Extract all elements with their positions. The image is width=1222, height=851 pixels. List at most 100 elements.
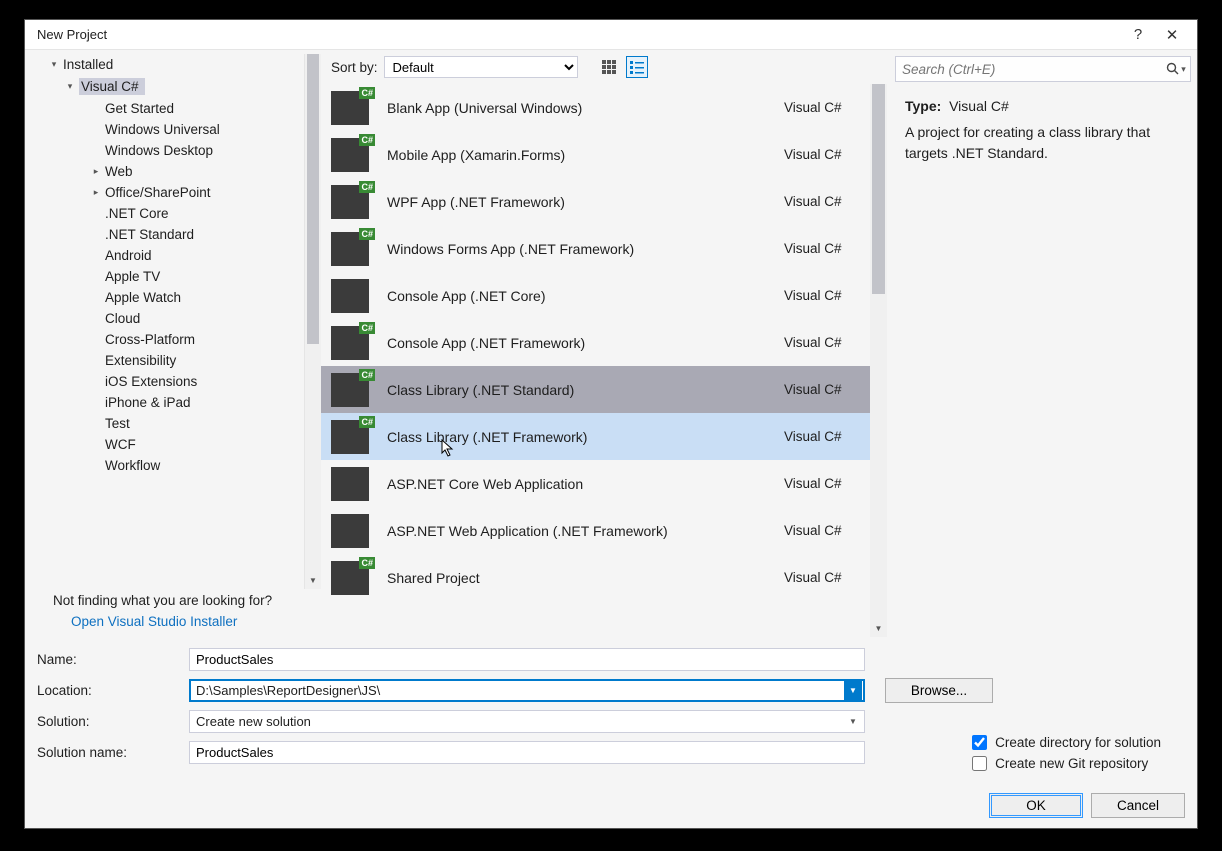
search-box[interactable]: ▾ bbox=[895, 56, 1191, 82]
template-icon bbox=[331, 232, 369, 266]
expand-icon[interactable]: ▸ bbox=[89, 186, 103, 200]
git-repo-checkbox[interactable] bbox=[972, 756, 987, 771]
bottom-form: Name: Location: D:\Samples\ReportDesigne… bbox=[25, 637, 1197, 828]
tree-node-label: Test bbox=[105, 416, 130, 431]
close-button[interactable]: ✕ bbox=[1155, 22, 1189, 48]
location-label: Location: bbox=[37, 683, 189, 698]
sort-by-select[interactable]: Default bbox=[384, 56, 578, 78]
tree-node[interactable]: .NET Core bbox=[25, 203, 321, 224]
tree-node[interactable]: Apple Watch bbox=[25, 287, 321, 308]
tree-node[interactable]: Extensibility bbox=[25, 350, 321, 371]
scrollbar-thumb[interactable] bbox=[872, 84, 885, 294]
scrollbar-thumb[interactable] bbox=[307, 54, 319, 344]
template-row[interactable]: Mobile App (Xamarin.Forms)Visual C# bbox=[321, 131, 870, 178]
tree-node-label: Installed bbox=[63, 57, 113, 72]
template-icon bbox=[331, 138, 369, 172]
template-description: Type: Visual C# A project for creating a… bbox=[895, 82, 1191, 167]
template-row[interactable]: ASP.NET Core Web ApplicationVisual C# bbox=[321, 460, 870, 507]
tree-node[interactable]: ▸Web bbox=[25, 161, 321, 182]
list-scrollbar[interactable]: ▼ bbox=[870, 84, 887, 637]
tree-node[interactable]: Windows Universal bbox=[25, 119, 321, 140]
location-combo[interactable]: D:\Samples\ReportDesigner\JS\ ▼ bbox=[189, 679, 865, 702]
tree-node-label: Apple Watch bbox=[105, 290, 181, 305]
type-label: Type: bbox=[905, 98, 941, 114]
view-tiles-button[interactable] bbox=[598, 56, 620, 78]
view-list-button[interactable] bbox=[626, 56, 648, 78]
chevron-down-icon[interactable]: ▼ bbox=[844, 711, 862, 732]
solution-combo[interactable]: Create new solution ▼ bbox=[189, 710, 865, 733]
template-language: Visual C# bbox=[784, 382, 860, 397]
tree-node[interactable]: Apple TV bbox=[25, 266, 321, 287]
tree-node[interactable]: iPhone & iPad bbox=[25, 392, 321, 413]
template-language: Visual C# bbox=[784, 476, 860, 491]
template-icon bbox=[331, 373, 369, 407]
tree-node[interactable]: Cloud bbox=[25, 308, 321, 329]
location-value: D:\Samples\ReportDesigner\JS\ bbox=[196, 683, 380, 698]
tree-node[interactable]: Get Started bbox=[25, 98, 321, 119]
toolbar: Sort by: Default bbox=[321, 50, 887, 84]
description-text: A project for creating a class library t… bbox=[905, 122, 1187, 163]
git-repo-checkbox-row[interactable]: Create new Git repository bbox=[972, 756, 1161, 771]
search-input[interactable] bbox=[896, 60, 1162, 79]
tree-node[interactable]: iOS Extensions bbox=[25, 371, 321, 392]
template-icon bbox=[331, 514, 369, 548]
tree-node[interactable]: Windows Desktop bbox=[25, 140, 321, 161]
template-icon bbox=[331, 185, 369, 219]
tree-node-label: Visual C# bbox=[79, 78, 145, 95]
template-row[interactable]: Shared ProjectVisual C# bbox=[321, 554, 870, 601]
tree-node[interactable]: Workflow bbox=[25, 455, 321, 476]
tree-node[interactable]: ▾Installed bbox=[25, 54, 321, 75]
create-directory-checkbox[interactable] bbox=[972, 735, 987, 750]
template-row[interactable]: Class Library (.NET Standard)Visual C# bbox=[321, 366, 870, 413]
expand-icon[interactable]: ▸ bbox=[89, 165, 103, 179]
template-row[interactable]: Console App (.NET Core)Visual C# bbox=[321, 272, 870, 319]
tree-node-label: Cross-Platform bbox=[105, 332, 195, 347]
template-row[interactable]: Class Library (.NET Framework)Visual C# bbox=[321, 413, 870, 460]
tree-node[interactable]: Android bbox=[25, 245, 321, 266]
template-row[interactable]: Blank App (Universal Windows)Visual C# bbox=[321, 84, 870, 131]
template-icon bbox=[331, 326, 369, 360]
tree-node[interactable]: Cross-Platform bbox=[25, 329, 321, 350]
template-icon bbox=[331, 467, 369, 501]
tree-node[interactable]: ▾Visual C# bbox=[25, 75, 321, 98]
not-finding-text: Not finding what you are looking for? bbox=[53, 593, 313, 608]
tree-node-label: WCF bbox=[105, 437, 136, 452]
tree-node[interactable]: .NET Standard bbox=[25, 224, 321, 245]
help-button[interactable]: ? bbox=[1121, 22, 1155, 48]
template-row[interactable]: Windows Forms App (.NET Framework)Visual… bbox=[321, 225, 870, 272]
template-row[interactable]: Console App (.NET Framework)Visual C# bbox=[321, 319, 870, 366]
new-project-dialog: New Project ? ✕ ▾Installed▾Visual C#Get … bbox=[24, 19, 1198, 829]
template-name: Console App (.NET Framework) bbox=[387, 335, 784, 351]
sort-by-label: Sort by: bbox=[331, 60, 378, 75]
type-value: Visual C# bbox=[949, 98, 1009, 114]
tree-node-label: Workflow bbox=[105, 458, 160, 473]
solution-name-label: Solution name: bbox=[37, 745, 189, 760]
tree-node-label: Windows Desktop bbox=[105, 143, 213, 158]
sidebar-scrollbar[interactable]: ▼ bbox=[304, 54, 321, 589]
scroll-down-icon[interactable]: ▼ bbox=[870, 619, 887, 637]
expand-icon[interactable]: ▾ bbox=[47, 58, 61, 72]
solution-name-input[interactable] bbox=[189, 741, 865, 764]
template-language: Visual C# bbox=[784, 429, 860, 444]
cancel-button[interactable]: Cancel bbox=[1091, 793, 1185, 818]
ok-button[interactable]: OK bbox=[989, 793, 1083, 818]
template-language: Visual C# bbox=[784, 100, 860, 115]
tree-node-label: Office/SharePoint bbox=[105, 185, 211, 200]
search-icon[interactable]: ▾ bbox=[1162, 62, 1190, 76]
tree-node[interactable]: Test bbox=[25, 413, 321, 434]
expand-icon[interactable]: ▾ bbox=[63, 80, 77, 94]
template-name: Shared Project bbox=[387, 570, 784, 586]
not-finding-box: Not finding what you are looking for? Op… bbox=[25, 589, 321, 637]
template-row[interactable]: ASP.NET Web Application (.NET Framework)… bbox=[321, 507, 870, 554]
chevron-down-icon[interactable]: ▼ bbox=[844, 680, 862, 701]
name-input[interactable] bbox=[189, 648, 865, 671]
create-directory-checkbox-row[interactable]: Create directory for solution bbox=[972, 735, 1161, 750]
browse-button[interactable]: Browse... bbox=[885, 678, 993, 703]
tree-node[interactable]: ▸Office/SharePoint bbox=[25, 182, 321, 203]
template-row[interactable]: WPF App (.NET Framework)Visual C# bbox=[321, 178, 870, 225]
description-panel: ▾ Type: Visual C# A project for creating… bbox=[887, 50, 1197, 637]
scroll-down-icon[interactable]: ▼ bbox=[305, 571, 321, 589]
tree-node[interactable]: WCF bbox=[25, 434, 321, 455]
open-installer-link[interactable]: Open Visual Studio Installer bbox=[53, 608, 313, 629]
tree-node-label: .NET Standard bbox=[105, 227, 194, 242]
